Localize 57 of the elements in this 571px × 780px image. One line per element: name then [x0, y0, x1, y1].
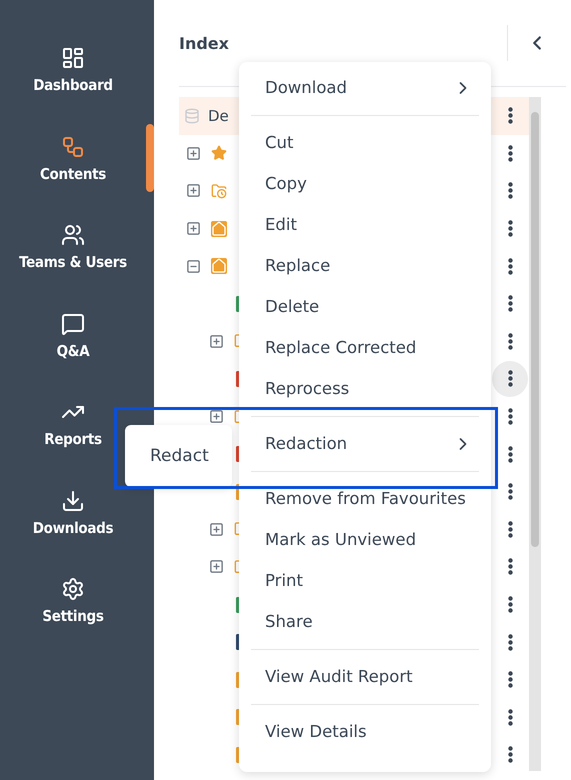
menu-item[interactable]: Share [239, 601, 491, 642]
menu-item[interactable]: Delete [239, 286, 491, 327]
panel-title: Index [179, 34, 230, 52]
more-icon [508, 708, 512, 726]
more-icon [508, 634, 512, 651]
more-icon [508, 107, 512, 124]
menu-item[interactable]: View Details [239, 711, 491, 752]
menu-item[interactable]: Remove from Favourites [239, 478, 491, 519]
star-icon [211, 145, 227, 162]
tree-item-label: De [208, 106, 230, 125]
more-icon [508, 332, 512, 350]
more-icon [508, 182, 512, 200]
more-icon [508, 671, 512, 688]
expand-icon[interactable] [186, 221, 200, 236]
more-icon [508, 596, 512, 614]
menu-item[interactable]: Copy [239, 163, 491, 204]
more-icon [508, 408, 512, 426]
collapse-icon[interactable] [186, 258, 200, 274]
nav-item[interactable]: Q&A [0, 312, 146, 400]
scrollbar[interactable] [529, 97, 541, 771]
more-button[interactable] [492, 360, 528, 397]
expand-icon[interactable] [208, 559, 224, 574]
active-indicator [146, 124, 154, 192]
expand-icon[interactable] [208, 522, 224, 537]
database-icon [184, 108, 200, 124]
nav-item[interactable]: Downloads [0, 488, 146, 577]
more-icon [508, 258, 512, 275]
menu-item[interactable]: Edit [239, 204, 491, 245]
more-icon [508, 446, 512, 463]
expand-icon[interactable] [186, 183, 200, 198]
menu-item[interactable]: Reprocess [239, 368, 491, 409]
more-icon [508, 220, 512, 238]
menu-item[interactable]: View Audit Report [239, 656, 491, 697]
more-icon [508, 746, 512, 764]
menu-item[interactable]: Redaction [239, 423, 491, 464]
menu-item[interactable]: Print [239, 560, 491, 601]
more-icon [508, 483, 512, 500]
more-icon [508, 144, 512, 162]
expand-icon[interactable] [208, 334, 224, 349]
menu-item[interactable]: Cut [239, 122, 491, 163]
menu-item[interactable]: Download [239, 67, 491, 108]
menu-item[interactable]: Replace Corrected [239, 327, 491, 368]
nav-item[interactable]: Teams & Users [0, 223, 146, 312]
more-icon [508, 370, 512, 388]
expand-icon[interactable] [208, 409, 224, 424]
home-folder-icon [211, 258, 227, 274]
folder-clock-icon [211, 182, 227, 199]
nav-item[interactable]: Contents [0, 134, 146, 223]
more-icon [508, 520, 512, 538]
menu-item[interactable]: Replace [239, 245, 491, 286]
expand-icon[interactable] [186, 146, 200, 161]
nav-item[interactable]: Settings [0, 577, 146, 666]
home-folder-icon [211, 220, 227, 237]
menu-item[interactable]: Mark as Unviewed [239, 519, 491, 560]
more-icon [508, 295, 512, 312]
more-icon [508, 558, 512, 576]
nav-item[interactable]: Dashboard [0, 46, 146, 134]
